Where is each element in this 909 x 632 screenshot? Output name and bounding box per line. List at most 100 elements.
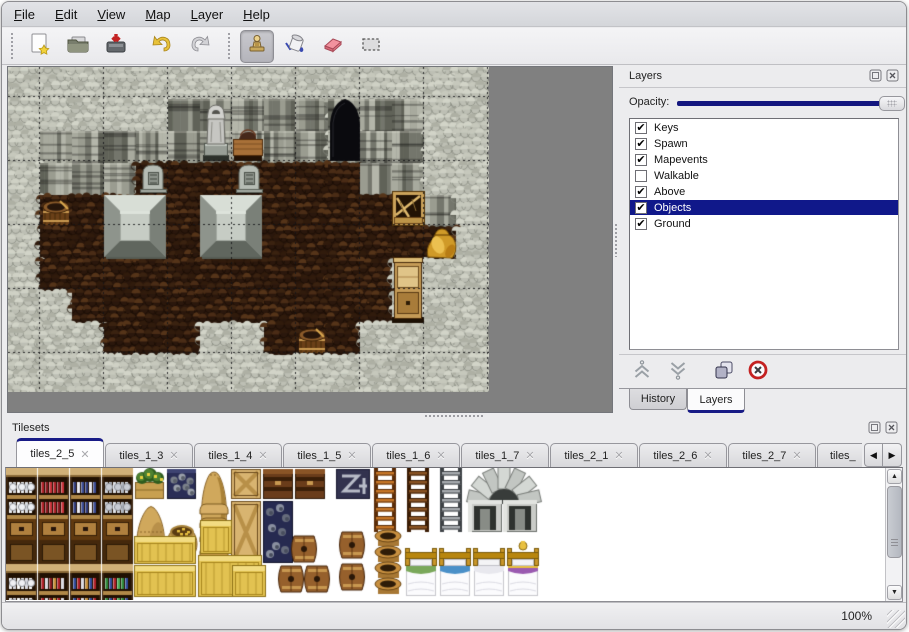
- layer-label: Mapevents: [654, 154, 708, 166]
- layer-row-mapevents[interactable]: ✔ Mapevents: [630, 152, 898, 167]
- close-panel-button[interactable]: [886, 69, 899, 82]
- undo-button[interactable]: [145, 30, 179, 63]
- layer-label: Ground: [654, 218, 691, 230]
- lower-layer-button[interactable]: [665, 358, 691, 382]
- layer-visibility-checkbox[interactable]: ✔: [635, 202, 647, 214]
- tileset-tab-tiles_1_6[interactable]: tiles_1_6 ✕: [372, 443, 460, 467]
- layer-visibility-checkbox[interactable]: ✔: [635, 122, 647, 134]
- opacity-slider[interactable]: [677, 101, 893, 106]
- scroll-down-button[interactable]: ▼: [887, 585, 902, 600]
- dock-tab-history[interactable]: History: [629, 389, 687, 410]
- float-panel-button[interactable]: [869, 69, 882, 82]
- close-tab-icon[interactable]: ✕: [80, 448, 89, 461]
- layer-row-keys[interactable]: ✔ Keys: [630, 120, 898, 135]
- layer-row-spawn[interactable]: ✔ Spawn: [630, 136, 898, 151]
- menu-item-map[interactable]: Map: [145, 7, 170, 22]
- tileset-tab-tiles_2_6[interactable]: tiles_2_6 ✕: [639, 443, 727, 467]
- layer-label: Spawn: [654, 138, 688, 150]
- menu-item-file[interactable]: File: [14, 7, 35, 22]
- opacity-slider-handle[interactable]: [879, 96, 905, 111]
- opacity-row: Opacity:: [619, 92, 907, 114]
- layer-list[interactable]: ✔ Keys ✔ Spawn ✔ Mapevents Walkable ✔ Above ✔ Obje…: [629, 118, 899, 350]
- close-tab-icon[interactable]: ✕: [169, 449, 178, 462]
- close-panel-button[interactable]: [885, 421, 898, 434]
- layer-row-objects[interactable]: ✔ Objects: [630, 200, 898, 215]
- scroll-tabs-right-button[interactable]: ▶: [883, 443, 902, 467]
- fill-tool-button[interactable]: [278, 30, 312, 63]
- tileset-canvas[interactable]: [6, 468, 546, 600]
- stamp-tool-button[interactable]: [240, 30, 274, 63]
- tileset-tab-tiles[interactable]: tiles_: [817, 443, 862, 467]
- tileset-tab-label: tiles_2_5: [30, 448, 74, 460]
- layer-label: Keys: [654, 122, 678, 134]
- tileset-tab-tiles_1_3[interactable]: tiles_1_3 ✕: [105, 443, 193, 467]
- float-panel-button[interactable]: [868, 421, 881, 434]
- dock-tab-bar: HistoryLayers: [619, 388, 907, 413]
- tileset-scrollbar[interactable]: ▲ ▼: [885, 468, 902, 601]
- menu-item-help[interactable]: Help: [243, 7, 270, 22]
- menu-item-layer[interactable]: Layer: [191, 7, 224, 22]
- tileset-tab-label: tiles_1_4: [208, 450, 252, 462]
- close-tab-icon[interactable]: ✕: [436, 449, 445, 462]
- close-tab-icon[interactable]: ✕: [525, 449, 534, 462]
- layer-visibility-checkbox[interactable]: ✔: [635, 186, 647, 198]
- scrollbar-thumb[interactable]: [887, 486, 902, 558]
- close-tab-icon[interactable]: ✕: [614, 449, 623, 462]
- layer-label: Objects: [654, 202, 691, 214]
- layer-row-ground[interactable]: ✔ Ground: [630, 216, 898, 231]
- layer-visibility-checkbox[interactable]: ✔: [635, 138, 647, 150]
- tileset-tab-label: tiles_2_6: [653, 450, 697, 462]
- opacity-label: Opacity:: [629, 96, 669, 108]
- tileset-tab-tiles_1_7[interactable]: tiles_1_7✕: [461, 443, 549, 467]
- marquee-select-icon: [358, 31, 384, 62]
- tileset-tab-label: tiles_2_7: [742, 450, 786, 462]
- layer-visibility-checkbox[interactable]: ✔: [635, 154, 647, 166]
- redo-button[interactable]: [183, 30, 217, 63]
- tileset-tab-label: tiles_1_6: [386, 450, 430, 462]
- duplicate-layer-button[interactable]: [711, 358, 737, 382]
- new-file-button[interactable]: [23, 30, 57, 63]
- layers-dock-titlebar: Layers: [619, 68, 907, 86]
- tileset-tab-label: tiles_2_1: [564, 450, 608, 462]
- select-tool-button[interactable]: [354, 30, 388, 63]
- raise-layer-button[interactable]: [629, 358, 655, 382]
- dock-tab-layers[interactable]: Layers: [687, 389, 745, 413]
- menu-item-view[interactable]: View: [97, 7, 125, 22]
- open-folder-icon: [65, 31, 91, 62]
- tileset-tab-label: tiles_1_5: [297, 450, 341, 462]
- layer-visibility-checkbox[interactable]: [635, 170, 647, 182]
- menu-item-edit[interactable]: Edit: [55, 7, 77, 22]
- map-canvas[interactable]: [8, 67, 489, 392]
- delete-layer-button[interactable]: [745, 358, 771, 382]
- layers-dock: Layers Opacity: ✔ Keys ✔ Spawn ✔ Mapevents Wal…: [619, 66, 907, 413]
- tileset-tab-tiles_2_5[interactable]: tiles_2_5 ✕: [16, 438, 104, 467]
- tilesets-dock-title: Tilesets: [12, 422, 50, 434]
- toolbar-drag-handle[interactable]: [227, 32, 232, 60]
- scroll-up-button[interactable]: ▲: [887, 469, 902, 484]
- toolbar-drag-handle[interactable]: [10, 32, 15, 60]
- layer-row-walkable[interactable]: Walkable: [630, 168, 898, 183]
- open-file-button[interactable]: [61, 30, 95, 63]
- close-tab-icon[interactable]: ✕: [347, 449, 356, 462]
- tileset-tab-tiles_1_4[interactable]: tiles_1_4 ✕: [194, 443, 282, 467]
- map-canvas-view[interactable]: [7, 66, 613, 413]
- tileset-tab-tiles_2_1[interactable]: tiles_2_1 ✕: [550, 443, 638, 467]
- save-file-button[interactable]: [99, 30, 133, 63]
- eraser-tool-button[interactable]: [316, 30, 350, 63]
- close-tab-icon[interactable]: ✕: [258, 449, 267, 462]
- layer-label: Above: [654, 186, 685, 198]
- close-tab-icon[interactable]: ✕: [703, 449, 712, 462]
- tileset-tab-tiles_1_5[interactable]: tiles_1_5 ✕: [283, 443, 371, 467]
- tileset-content[interactable]: ▲ ▼: [5, 467, 903, 602]
- tileset-tab-label: tiles_1_3: [119, 450, 163, 462]
- new-file-icon: [27, 31, 53, 62]
- scroll-tabs-left-button[interactable]: ◀: [864, 443, 883, 467]
- tileset-tab-tiles_2_7[interactable]: tiles_2_7 ✕: [728, 443, 816, 467]
- horizontal-splitter[interactable]: [2, 412, 906, 419]
- layer-row-above[interactable]: ✔ Above: [630, 184, 898, 199]
- layer-label: Walkable: [654, 170, 699, 182]
- resize-grip[interactable]: [887, 610, 905, 628]
- close-tab-icon[interactable]: ✕: [792, 449, 801, 462]
- paint-bucket-icon: [282, 31, 308, 62]
- layer-visibility-checkbox[interactable]: ✔: [635, 218, 647, 230]
